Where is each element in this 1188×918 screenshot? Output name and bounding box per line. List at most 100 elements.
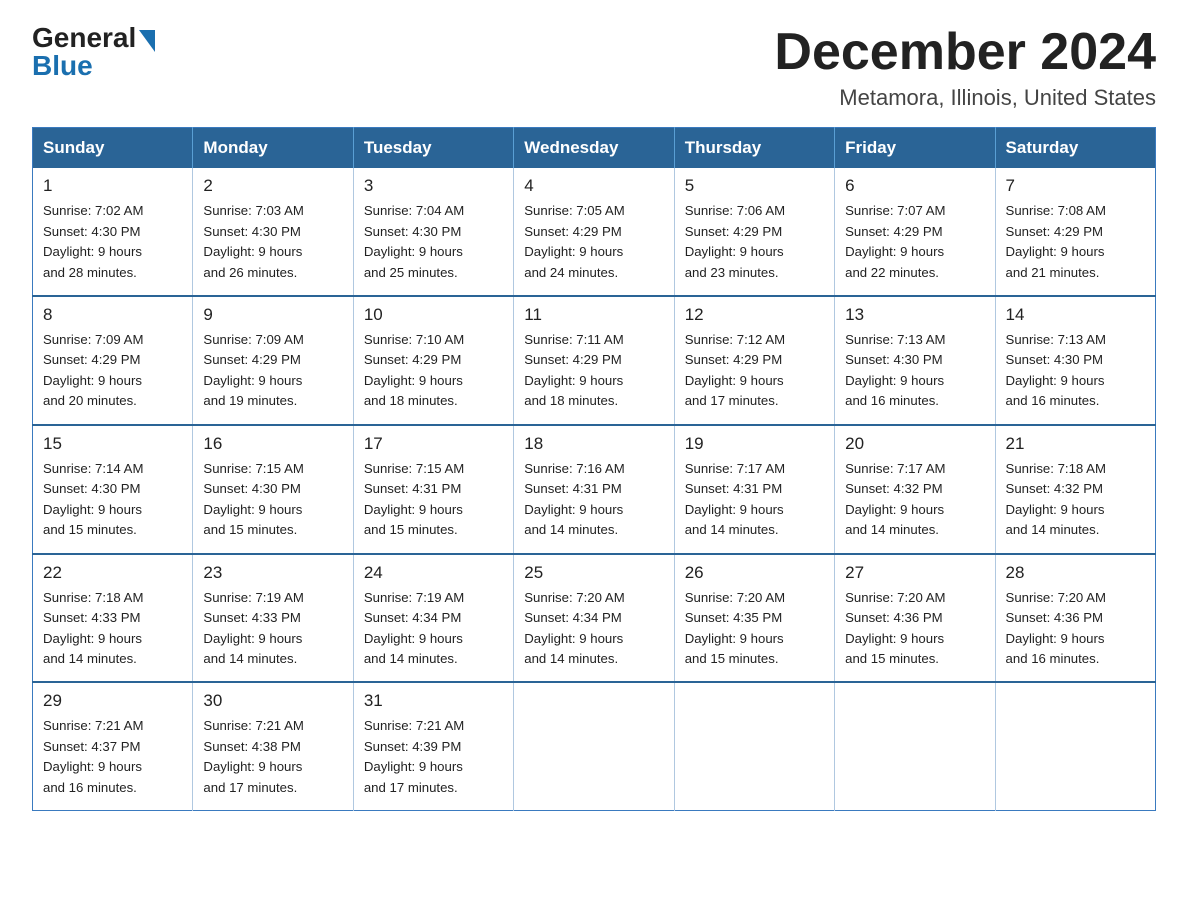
week-row-5: 29 Sunrise: 7:21 AM Sunset: 4:37 PM Dayl… (33, 682, 1156, 810)
day-number: 31 (364, 691, 503, 711)
day-number: 26 (685, 563, 824, 583)
day-info: Sunrise: 7:20 AM Sunset: 4:34 PM Dayligh… (524, 588, 663, 670)
calendar-cell: 3 Sunrise: 7:04 AM Sunset: 4:30 PM Dayli… (353, 168, 513, 296)
day-info: Sunrise: 7:12 AM Sunset: 4:29 PM Dayligh… (685, 330, 824, 412)
day-number: 2 (203, 176, 342, 196)
day-number: 19 (685, 434, 824, 454)
header-friday: Friday (835, 128, 995, 169)
day-number: 20 (845, 434, 984, 454)
day-info: Sunrise: 7:20 AM Sunset: 4:36 PM Dayligh… (845, 588, 984, 670)
day-number: 25 (524, 563, 663, 583)
header-saturday: Saturday (995, 128, 1155, 169)
day-number: 8 (43, 305, 182, 325)
day-number: 3 (364, 176, 503, 196)
day-number: 28 (1006, 563, 1145, 583)
calendar-header: SundayMondayTuesdayWednesdayThursdayFrid… (33, 128, 1156, 169)
day-info: Sunrise: 7:07 AM Sunset: 4:29 PM Dayligh… (845, 201, 984, 283)
calendar-cell: 25 Sunrise: 7:20 AM Sunset: 4:34 PM Dayl… (514, 554, 674, 683)
day-info: Sunrise: 7:21 AM Sunset: 4:39 PM Dayligh… (364, 716, 503, 798)
day-number: 21 (1006, 434, 1145, 454)
calendar-cell: 23 Sunrise: 7:19 AM Sunset: 4:33 PM Dayl… (193, 554, 353, 683)
day-info: Sunrise: 7:21 AM Sunset: 4:38 PM Dayligh… (203, 716, 342, 798)
day-number: 30 (203, 691, 342, 711)
calendar-cell (514, 682, 674, 810)
day-info: Sunrise: 7:14 AM Sunset: 4:30 PM Dayligh… (43, 459, 182, 541)
calendar-cell: 14 Sunrise: 7:13 AM Sunset: 4:30 PM Dayl… (995, 296, 1155, 425)
day-info: Sunrise: 7:20 AM Sunset: 4:35 PM Dayligh… (685, 588, 824, 670)
calendar-cell: 24 Sunrise: 7:19 AM Sunset: 4:34 PM Dayl… (353, 554, 513, 683)
calendar-cell: 5 Sunrise: 7:06 AM Sunset: 4:29 PM Dayli… (674, 168, 834, 296)
calendar-cell (674, 682, 834, 810)
calendar-cell: 22 Sunrise: 7:18 AM Sunset: 4:33 PM Dayl… (33, 554, 193, 683)
calendar-cell: 26 Sunrise: 7:20 AM Sunset: 4:35 PM Dayl… (674, 554, 834, 683)
calendar-cell: 30 Sunrise: 7:21 AM Sunset: 4:38 PM Dayl… (193, 682, 353, 810)
day-number: 15 (43, 434, 182, 454)
calendar-cell: 2 Sunrise: 7:03 AM Sunset: 4:30 PM Dayli… (193, 168, 353, 296)
calendar-cell: 28 Sunrise: 7:20 AM Sunset: 4:36 PM Dayl… (995, 554, 1155, 683)
day-number: 4 (524, 176, 663, 196)
calendar-cell: 31 Sunrise: 7:21 AM Sunset: 4:39 PM Dayl… (353, 682, 513, 810)
calendar-cell: 17 Sunrise: 7:15 AM Sunset: 4:31 PM Dayl… (353, 425, 513, 554)
header-row: SundayMondayTuesdayWednesdayThursdayFrid… (33, 128, 1156, 169)
header-monday: Monday (193, 128, 353, 169)
day-info: Sunrise: 7:13 AM Sunset: 4:30 PM Dayligh… (845, 330, 984, 412)
calendar-cell: 18 Sunrise: 7:16 AM Sunset: 4:31 PM Dayl… (514, 425, 674, 554)
day-info: Sunrise: 7:19 AM Sunset: 4:34 PM Dayligh… (364, 588, 503, 670)
header-thursday: Thursday (674, 128, 834, 169)
day-info: Sunrise: 7:10 AM Sunset: 4:29 PM Dayligh… (364, 330, 503, 412)
day-number: 22 (43, 563, 182, 583)
day-info: Sunrise: 7:18 AM Sunset: 4:33 PM Dayligh… (43, 588, 182, 670)
day-info: Sunrise: 7:20 AM Sunset: 4:36 PM Dayligh… (1006, 588, 1145, 670)
day-number: 18 (524, 434, 663, 454)
day-number: 9 (203, 305, 342, 325)
logo-general-text: General (32, 24, 136, 52)
day-info: Sunrise: 7:11 AM Sunset: 4:29 PM Dayligh… (524, 330, 663, 412)
calendar-cell: 10 Sunrise: 7:10 AM Sunset: 4:29 PM Dayl… (353, 296, 513, 425)
calendar-cell: 19 Sunrise: 7:17 AM Sunset: 4:31 PM Dayl… (674, 425, 834, 554)
day-number: 7 (1006, 176, 1145, 196)
calendar-cell: 1 Sunrise: 7:02 AM Sunset: 4:30 PM Dayli… (33, 168, 193, 296)
calendar-table: SundayMondayTuesdayWednesdayThursdayFrid… (32, 127, 1156, 811)
day-number: 14 (1006, 305, 1145, 325)
calendar-cell: 9 Sunrise: 7:09 AM Sunset: 4:29 PM Dayli… (193, 296, 353, 425)
calendar-cell: 13 Sunrise: 7:13 AM Sunset: 4:30 PM Dayl… (835, 296, 995, 425)
day-info: Sunrise: 7:17 AM Sunset: 4:31 PM Dayligh… (685, 459, 824, 541)
day-number: 6 (845, 176, 984, 196)
logo-blue-text: Blue (32, 52, 93, 80)
day-info: Sunrise: 7:09 AM Sunset: 4:29 PM Dayligh… (203, 330, 342, 412)
day-info: Sunrise: 7:08 AM Sunset: 4:29 PM Dayligh… (1006, 201, 1145, 283)
week-row-2: 8 Sunrise: 7:09 AM Sunset: 4:29 PM Dayli… (33, 296, 1156, 425)
week-row-4: 22 Sunrise: 7:18 AM Sunset: 4:33 PM Dayl… (33, 554, 1156, 683)
calendar-cell: 20 Sunrise: 7:17 AM Sunset: 4:32 PM Dayl… (835, 425, 995, 554)
day-info: Sunrise: 7:18 AM Sunset: 4:32 PM Dayligh… (1006, 459, 1145, 541)
day-info: Sunrise: 7:04 AM Sunset: 4:30 PM Dayligh… (364, 201, 503, 283)
day-info: Sunrise: 7:19 AM Sunset: 4:33 PM Dayligh… (203, 588, 342, 670)
day-info: Sunrise: 7:03 AM Sunset: 4:30 PM Dayligh… (203, 201, 342, 283)
day-number: 5 (685, 176, 824, 196)
day-number: 12 (685, 305, 824, 325)
day-number: 10 (364, 305, 503, 325)
day-number: 27 (845, 563, 984, 583)
day-info: Sunrise: 7:17 AM Sunset: 4:32 PM Dayligh… (845, 459, 984, 541)
day-number: 1 (43, 176, 182, 196)
page-header: General Blue December 2024 Metamora, Ill… (32, 24, 1156, 111)
header-sunday: Sunday (33, 128, 193, 169)
logo-triangle-icon (139, 30, 155, 52)
week-row-3: 15 Sunrise: 7:14 AM Sunset: 4:30 PM Dayl… (33, 425, 1156, 554)
calendar-cell: 8 Sunrise: 7:09 AM Sunset: 4:29 PM Dayli… (33, 296, 193, 425)
title-block: December 2024 Metamora, Illinois, United… (774, 24, 1156, 111)
calendar-cell: 6 Sunrise: 7:07 AM Sunset: 4:29 PM Dayli… (835, 168, 995, 296)
calendar-cell: 27 Sunrise: 7:20 AM Sunset: 4:36 PM Dayl… (835, 554, 995, 683)
day-number: 17 (364, 434, 503, 454)
calendar-title: December 2024 (774, 24, 1156, 81)
day-info: Sunrise: 7:02 AM Sunset: 4:30 PM Dayligh… (43, 201, 182, 283)
calendar-body: 1 Sunrise: 7:02 AM Sunset: 4:30 PM Dayli… (33, 168, 1156, 811)
day-number: 29 (43, 691, 182, 711)
calendar-cell (995, 682, 1155, 810)
day-info: Sunrise: 7:15 AM Sunset: 4:31 PM Dayligh… (364, 459, 503, 541)
calendar-cell: 4 Sunrise: 7:05 AM Sunset: 4:29 PM Dayli… (514, 168, 674, 296)
calendar-cell: 7 Sunrise: 7:08 AM Sunset: 4:29 PM Dayli… (995, 168, 1155, 296)
header-tuesday: Tuesday (353, 128, 513, 169)
location-subtitle: Metamora, Illinois, United States (774, 85, 1156, 111)
calendar-cell: 12 Sunrise: 7:12 AM Sunset: 4:29 PM Dayl… (674, 296, 834, 425)
